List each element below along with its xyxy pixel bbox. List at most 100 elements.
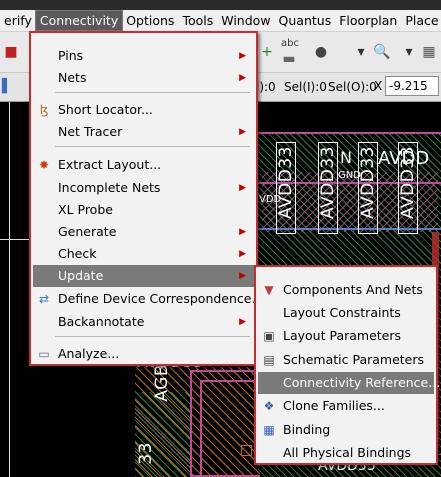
submenu-arrow-icon: ▶ bbox=[239, 271, 246, 281]
submenu-arrow-icon: ▶ bbox=[239, 73, 246, 83]
menu-item-layout-parameters[interactable]: ▣ Layout Parameters bbox=[258, 325, 434, 347]
coord-x-label: X bbox=[374, 79, 383, 93]
lower-boundary-inner bbox=[200, 380, 260, 477]
toolbar-abc-label: abc bbox=[281, 38, 299, 49]
menu-item-label: Incomplete Nets bbox=[58, 180, 161, 195]
menu-item-label: Short Locator... bbox=[58, 102, 153, 117]
net-label-gnd: GND bbox=[338, 170, 361, 181]
menu-item-label: Nets bbox=[58, 70, 87, 85]
clone-icon: ❖ bbox=[263, 399, 275, 413]
submenu-arrow-icon: ▶ bbox=[239, 127, 246, 137]
menu-item-clone-families[interactable]: ❖ Clone Families... bbox=[258, 395, 434, 417]
menu-item-label: Backannotate bbox=[58, 314, 145, 329]
menu-separator bbox=[55, 92, 250, 93]
device-correspondence-icon: ⇄ bbox=[38, 292, 50, 306]
toolbar-add-icon[interactable]: + bbox=[258, 43, 276, 61]
crosshair-h bbox=[0, 239, 30, 240]
toolbar-probe-icon[interactable]: ● bbox=[312, 43, 330, 61]
menu-item-label: All Physical Bindings bbox=[283, 445, 412, 460]
menu-item-generate[interactable]: Generate ▶ bbox=[33, 221, 254, 243]
menu-separator bbox=[55, 336, 250, 337]
menu-item-all-physical-bindings[interactable]: All Physical Bindings bbox=[258, 442, 434, 464]
connectivity-menu: Pins ▶ Nets ▶ ɮ Short Locator... Net Tracer… bbox=[29, 31, 263, 366]
submenu-arrow-icon: ▶ bbox=[239, 249, 246, 259]
menu-item-connectivity-reference[interactable]: Connectivity Reference... bbox=[258, 372, 440, 394]
menu-item-short-locator[interactable]: ɮ Short Locator... bbox=[33, 99, 254, 121]
submenu-arrow-icon: ▶ bbox=[239, 227, 246, 237]
via-marker bbox=[241, 445, 252, 456]
submenu-arrow-icon: ▶ bbox=[239, 51, 246, 61]
menu-item-schematic-parameters[interactable]: ▤ Schematic Parameters bbox=[258, 349, 434, 371]
window-title-strip bbox=[0, 0, 441, 10]
menu-item-analyze[interactable]: ▭ Analyze... bbox=[33, 343, 254, 365]
toolbar-arrow-icon[interactable]: ▾ bbox=[400, 43, 418, 61]
menu-item-label: Layout Parameters bbox=[283, 328, 402, 343]
extract-icon: ✸ bbox=[38, 158, 50, 172]
toolbar-text-icon[interactable]: ▬ bbox=[280, 50, 298, 68]
menu-verify[interactable]: erify bbox=[0, 11, 36, 30]
analyze-icon: ▭ bbox=[38, 347, 50, 361]
menu-item-backannotate[interactable]: Backannotate ▶ bbox=[33, 311, 254, 333]
coord-x-field[interactable]: -9.215 bbox=[385, 76, 439, 96]
menu-item-label: Check bbox=[58, 246, 97, 261]
status-sel-o: Sel(O):0 bbox=[328, 80, 377, 94]
toolbar-grid-icon[interactable]: ▦ bbox=[420, 43, 438, 61]
menu-item-label: Define Device Correspondence... bbox=[58, 291, 264, 306]
status-fragment: l):0 bbox=[256, 80, 276, 94]
menu-item-label: Generate bbox=[58, 224, 117, 239]
net-label: AVDD33 bbox=[358, 146, 378, 219]
zoom-icon[interactable]: 🔍 bbox=[373, 43, 391, 61]
toolbar-separator-icon: ▾ bbox=[357, 44, 365, 60]
menu-options[interactable]: Options bbox=[122, 11, 178, 30]
binding-icon: ▦ bbox=[263, 423, 275, 437]
components-icon: ▼ bbox=[264, 283, 274, 297]
menu-item-label: Extract Layout... bbox=[58, 157, 162, 172]
menu-item-label: Components And Nets bbox=[283, 282, 423, 297]
status-left-icon[interactable]: ▌ bbox=[2, 79, 12, 94]
submenu-arrow-icon: ▶ bbox=[239, 183, 246, 193]
net-label-avdd: AVDD bbox=[378, 148, 430, 169]
net-label: AVDD33 bbox=[276, 146, 296, 219]
menu-connectivity[interactable]: Connectivity bbox=[34, 10, 124, 31]
menu-item-pins[interactable]: Pins ▶ bbox=[33, 45, 254, 67]
toolbar-red-icon[interactable]: ■ bbox=[2, 43, 20, 61]
menu-floorplan[interactable]: Floorplan bbox=[335, 11, 401, 30]
menu-item-label: Schematic Parameters bbox=[283, 352, 425, 367]
net-label-33: 33 bbox=[136, 442, 156, 465]
menu-item-label: Clone Families... bbox=[283, 398, 385, 413]
crosshair-v bbox=[9, 102, 10, 477]
menu-window[interactable]: Window bbox=[217, 11, 274, 30]
menu-item-label: Layout Constraints bbox=[283, 305, 401, 320]
menu-item-label: Connectivity Reference... bbox=[283, 375, 441, 390]
menu-item-binding[interactable]: ▦ Binding bbox=[258, 419, 434, 441]
menu-item-label: Net Tracer bbox=[58, 124, 123, 139]
status-sel-i: Sel(I):0 bbox=[284, 80, 327, 94]
boundary-top bbox=[258, 132, 441, 134]
schematic-params-icon: ▤ bbox=[263, 353, 275, 367]
menu-item-check[interactable]: Check ▶ bbox=[33, 243, 254, 265]
net-label: AVDD33 bbox=[318, 146, 338, 219]
submenu-arrow-icon: ▶ bbox=[239, 317, 246, 327]
net-label-vdd: VDD bbox=[259, 194, 282, 205]
short-locator-icon: ɮ bbox=[39, 103, 49, 117]
net-label-n: N bbox=[340, 148, 352, 167]
menu-item-label: XL Probe bbox=[58, 202, 113, 217]
menubar: erify Connectivity Options Tools Window … bbox=[0, 10, 441, 32]
menu-item-define-device-correspondence[interactable]: ⇄ Define Device Correspondence... bbox=[33, 288, 263, 310]
menu-item-label: Analyze... bbox=[58, 346, 120, 361]
menu-item-update[interactable]: Update ▶ bbox=[33, 265, 254, 287]
menu-item-layout-constraints[interactable]: Layout Constraints bbox=[258, 302, 434, 324]
menu-quantus[interactable]: Quantus bbox=[275, 11, 336, 30]
menu-place[interactable]: Place bbox=[401, 11, 441, 30]
menu-item-components-and-nets[interactable]: ▼ Components And Nets bbox=[258, 279, 434, 301]
menu-item-nets[interactable]: Nets ▶ bbox=[33, 67, 254, 89]
menu-tools[interactable]: Tools bbox=[178, 11, 217, 30]
menu-item-net-tracer[interactable]: Net Tracer ▶ bbox=[33, 121, 254, 143]
menu-item-label: Update bbox=[58, 268, 104, 283]
update-submenu: ▼ Components And Nets Layout Constraints … bbox=[254, 265, 440, 465]
menu-item-label: Binding bbox=[283, 422, 331, 437]
menu-item-xl-probe[interactable]: XL Probe bbox=[33, 199, 254, 221]
menu-item-extract-layout[interactable]: ✸ Extract Layout... bbox=[33, 154, 254, 176]
menu-item-incomplete-nets[interactable]: Incomplete Nets ▶ bbox=[33, 177, 254, 199]
net-label-agb: AGB bbox=[152, 364, 172, 402]
